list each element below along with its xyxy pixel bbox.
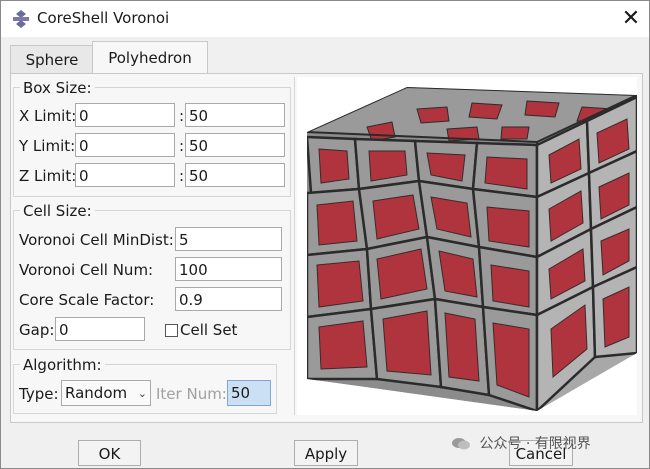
dialog-window: CoreShell Voronoi ✕ Sphere Polyhedron Bo…	[0, 0, 650, 469]
title-bar: CoreShell Voronoi ✕	[1, 1, 649, 37]
x-limit-label: X Limit:	[19, 107, 77, 125]
cell-set-checkbox[interactable]	[165, 324, 178, 337]
tab-sphere[interactable]: Sphere	[10, 45, 94, 74]
type-select[interactable]: Random ⌄	[61, 380, 151, 406]
x-limit-max-input[interactable]: 50	[185, 103, 285, 127]
chevron-down-icon: ⌄	[137, 387, 147, 400]
z-limit-label: Z Limit:	[19, 167, 77, 185]
x-limit-colon: :	[179, 107, 185, 125]
watermark-text: 公众号 · 有限视界	[479, 436, 591, 452]
close-button[interactable]: ✕	[617, 5, 645, 33]
z-limit-colon: :	[179, 167, 185, 185]
core-scale-label: Core Scale Factor:	[19, 291, 155, 309]
box-size-title: Box Size:	[20, 79, 95, 97]
gap-label: Gap:	[19, 321, 55, 339]
ok-button[interactable]: OK	[78, 440, 141, 466]
iter-num-input[interactable]: 50	[227, 380, 271, 406]
wechat-icon	[452, 438, 470, 450]
type-select-value: Random	[65, 384, 128, 402]
voronoi-cube-preview	[297, 77, 637, 415]
y-limit-label: Y Limit:	[19, 137, 76, 155]
cell-num-label: Voronoi Cell Num:	[19, 261, 154, 279]
watermark: 公众号 · 有限视界	[451, 433, 591, 453]
window-title: CoreShell Voronoi	[37, 9, 170, 27]
panel-divider	[294, 77, 295, 415]
cell-num-input[interactable]: 100	[175, 257, 282, 281]
y-limit-colon: :	[179, 137, 185, 155]
core-scale-input[interactable]: 0.9	[175, 287, 282, 311]
apply-button[interactable]: Apply	[294, 440, 358, 466]
z-limit-min-input[interactable]: 0	[75, 163, 175, 187]
voronoi-cube-image	[307, 87, 637, 411]
type-label: Type:	[19, 385, 59, 403]
algorithm-title: Algorithm:	[20, 356, 105, 374]
app-gear-icon	[13, 10, 29, 28]
min-dist-input[interactable]: 5	[175, 227, 282, 251]
iter-num-label: Iter Num:	[156, 385, 227, 403]
tab-polyhedron[interactable]: Polyhedron	[92, 41, 208, 75]
cell-size-title: Cell Size:	[20, 202, 95, 220]
cell-set-label: Cell Set	[180, 321, 238, 339]
y-limit-max-input[interactable]: 50	[185, 133, 285, 157]
gap-input[interactable]: 0	[55, 317, 145, 341]
y-limit-min-input[interactable]: 0	[75, 133, 175, 157]
min-dist-label: Voronoi Cell MinDist:	[19, 231, 174, 249]
x-limit-min-input[interactable]: 0	[75, 103, 175, 127]
z-limit-max-input[interactable]: 50	[185, 163, 285, 187]
